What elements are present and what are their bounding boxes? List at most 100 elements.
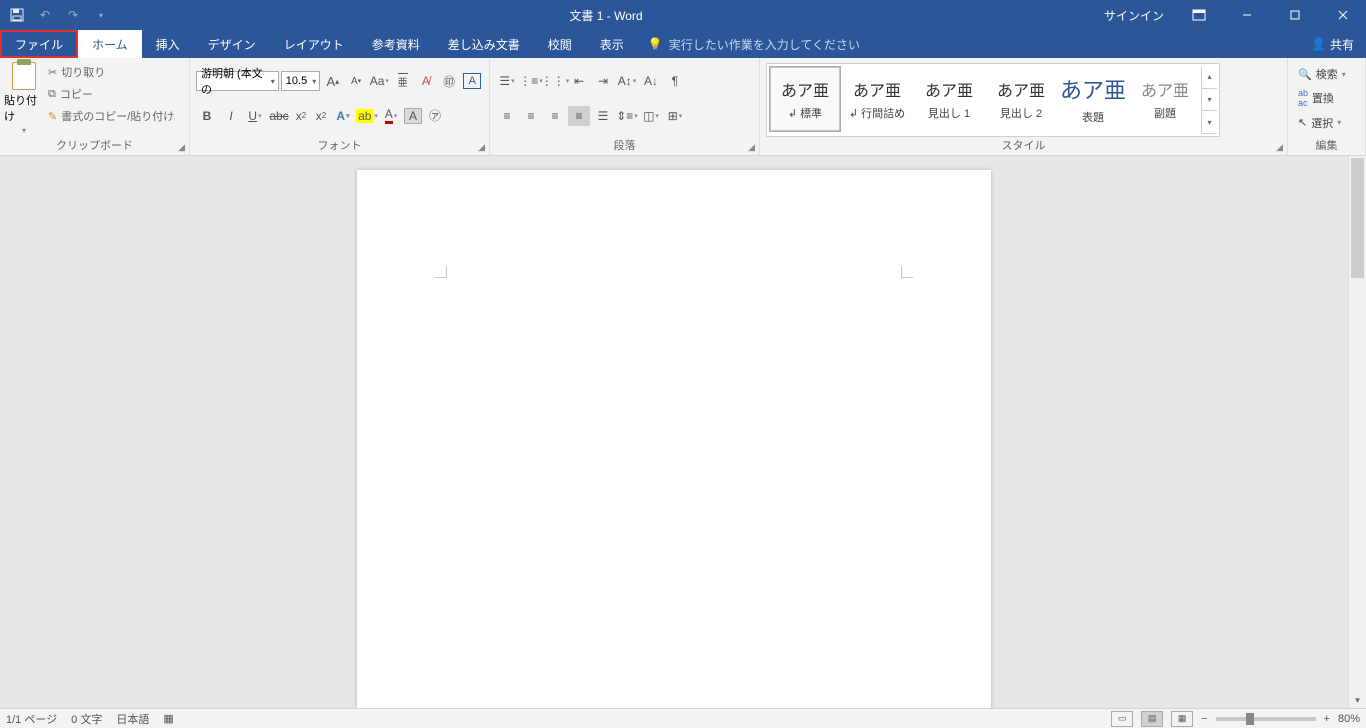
page[interactable] bbox=[357, 170, 991, 708]
paste-button[interactable]: 貼り付け ▾ bbox=[4, 60, 44, 137]
group-paragraph: ☰▾ ⋮≡▾ ⋮⋮▾ ⇤ ⇥ A↕▾ A↓ ¶ ≡ ≡ ≡ ≡ ☰ ⇕≡▾ ◫▾… bbox=[490, 58, 760, 155]
strike-icon[interactable]: abc bbox=[268, 106, 290, 126]
bold-icon[interactable]: B bbox=[196, 106, 218, 126]
find-button[interactable]: 🔍検索▾ bbox=[1294, 63, 1359, 85]
tab-review[interactable]: 校閲 bbox=[534, 30, 586, 58]
print-layout-icon[interactable]: ▤ bbox=[1141, 711, 1163, 727]
tab-layout[interactable]: レイアウト bbox=[270, 30, 358, 58]
text-effects-icon[interactable]: A▾ bbox=[332, 106, 354, 126]
font-name-combo[interactable]: 游明朝 (本文の bbox=[196, 71, 279, 91]
zoom-out-icon[interactable]: − bbox=[1201, 713, 1207, 725]
grow-font-icon[interactable]: A▴ bbox=[322, 71, 343, 91]
undo-icon[interactable]: ↶ bbox=[34, 4, 56, 26]
style-name: ↲ 標準 bbox=[788, 105, 822, 121]
style-heading2[interactable]: あア亜見出し 2 bbox=[985, 66, 1057, 132]
shrink-font-icon[interactable]: A▾ bbox=[345, 71, 366, 91]
font-dialog-icon[interactable]: ◢ bbox=[478, 142, 485, 153]
tab-design[interactable]: デザイン bbox=[194, 30, 270, 58]
justify-icon[interactable]: ≡ bbox=[568, 106, 590, 126]
read-mode-icon[interactable]: ▭ bbox=[1111, 711, 1133, 727]
style-subtitle[interactable]: あア亜副題 bbox=[1129, 66, 1201, 132]
zoom-in-icon[interactable]: + bbox=[1324, 713, 1330, 725]
zoom-level[interactable]: 80% bbox=[1338, 713, 1360, 725]
document-area[interactable]: ˄ ▾ bbox=[0, 156, 1366, 708]
bullets-icon[interactable]: ☰▾ bbox=[496, 71, 518, 91]
save-icon[interactable] bbox=[6, 4, 28, 26]
page-count[interactable]: 1/1 ページ bbox=[6, 711, 57, 727]
multilevel-icon[interactable]: ⋮⋮▾ bbox=[544, 71, 566, 91]
shading-icon[interactable]: ◫▾ bbox=[640, 106, 662, 126]
word-count[interactable]: 0 文字 bbox=[71, 711, 102, 727]
line-spacing-icon[interactable]: ⇕≡▾ bbox=[616, 106, 638, 126]
char-shading-icon[interactable]: A bbox=[404, 108, 422, 124]
web-layout-icon[interactable]: ▦ bbox=[1171, 711, 1193, 727]
font-color-icon[interactable]: A▾ bbox=[380, 106, 402, 126]
show-marks-icon[interactable]: ¶ bbox=[664, 71, 686, 91]
brush-icon: ✎ bbox=[48, 110, 57, 123]
sort-icon[interactable]: A↓ bbox=[640, 71, 662, 91]
copy-button[interactable]: ⧉コピー bbox=[48, 84, 174, 104]
tell-me[interactable]: 💡 実行したい作業を入力してください bbox=[648, 30, 860, 58]
style-name: 見出し 1 bbox=[928, 105, 970, 121]
align-left-icon[interactable]: ≡ bbox=[496, 106, 518, 126]
change-case-icon[interactable]: Aa▾ bbox=[369, 71, 390, 91]
numbering-icon[interactable]: ⋮≡▾ bbox=[520, 71, 542, 91]
macro-icon[interactable]: ▦ bbox=[163, 712, 173, 725]
tab-references[interactable]: 参考資料 bbox=[358, 30, 434, 58]
text-direction-icon[interactable]: A↕▾ bbox=[616, 71, 638, 91]
expand-icon: ▾ bbox=[1202, 111, 1217, 134]
language[interactable]: 日本語 bbox=[116, 711, 149, 727]
scroll-thumb[interactable] bbox=[1351, 158, 1364, 278]
select-button[interactable]: ↖選択▾ bbox=[1294, 112, 1359, 134]
paragraph-dialog-icon[interactable]: ◢ bbox=[748, 142, 755, 153]
clear-format-icon[interactable]: A̸ bbox=[415, 71, 436, 91]
phonetic-guide-icon[interactable]: 亜 bbox=[392, 71, 413, 91]
qat-more-icon[interactable]: ▾ bbox=[90, 4, 112, 26]
highlight-icon[interactable]: ab▾ bbox=[356, 106, 378, 126]
style-normal[interactable]: あア亜↲ 標準 bbox=[769, 66, 841, 132]
borders-icon[interactable]: ⊞▾ bbox=[664, 106, 686, 126]
zoom-handle[interactable] bbox=[1246, 713, 1254, 725]
align-right-icon[interactable]: ≡ bbox=[544, 106, 566, 126]
maximize-icon[interactable] bbox=[1272, 0, 1318, 30]
share-button[interactable]: 👤 共有 bbox=[1299, 30, 1366, 58]
increase-indent-icon[interactable]: ⇥ bbox=[592, 71, 614, 91]
minimize-icon[interactable] bbox=[1224, 0, 1270, 30]
cut-button[interactable]: ✂切り取り bbox=[48, 62, 174, 82]
tab-view[interactable]: 表示 bbox=[586, 30, 638, 58]
underline-icon[interactable]: U▾ bbox=[244, 106, 266, 126]
italic-icon[interactable]: I bbox=[220, 106, 242, 126]
close-icon[interactable] bbox=[1320, 0, 1366, 30]
signin-button[interactable]: サインイン bbox=[1094, 7, 1174, 24]
style-heading1[interactable]: あア亜見出し 1 bbox=[913, 66, 985, 132]
format-painter-button[interactable]: ✎書式のコピー/貼り付け bbox=[48, 106, 174, 126]
superscript-icon[interactable]: x2 bbox=[312, 106, 330, 126]
tab-mailings[interactable]: 差し込み文書 bbox=[434, 30, 534, 58]
enclose-text-icon[interactable]: ㋐ bbox=[424, 106, 446, 126]
vertical-scrollbar[interactable]: ▾ bbox=[1348, 156, 1366, 708]
tab-file[interactable]: ファイル bbox=[1, 31, 77, 57]
replace-button[interactable]: abac置換 bbox=[1294, 87, 1359, 109]
style-title[interactable]: あア亜表題 bbox=[1057, 66, 1129, 132]
group-clipboard: 貼り付け ▾ ✂切り取り ⧉コピー ✎書式のコピー/貼り付け クリップボード◢ bbox=[0, 58, 190, 155]
font-size-combo[interactable]: 10.5 bbox=[281, 71, 320, 91]
tab-home[interactable]: ホーム bbox=[78, 30, 142, 58]
decrease-indent-icon[interactable]: ⇤ bbox=[568, 71, 590, 91]
styles-dialog-icon[interactable]: ◢ bbox=[1276, 142, 1283, 153]
ribbon-options-icon[interactable] bbox=[1176, 0, 1222, 30]
subscript-icon[interactable]: x2 bbox=[292, 106, 310, 126]
align-center-icon[interactable]: ≡ bbox=[520, 106, 542, 126]
scroll-down-icon[interactable]: ▾ bbox=[1349, 692, 1366, 708]
replace-icon: abac bbox=[1298, 88, 1308, 108]
style-nospacing[interactable]: あア亜↲ 行間詰め bbox=[841, 66, 913, 132]
window-title: 文書 1 - Word bbox=[118, 7, 1094, 24]
clipboard-dialog-icon[interactable]: ◢ bbox=[178, 142, 185, 153]
char-border-icon[interactable]: A bbox=[462, 71, 483, 91]
enclose-char-icon[interactable]: ㊞ bbox=[438, 71, 459, 91]
copy-icon: ⧉ bbox=[48, 88, 56, 101]
style-gallery-more[interactable]: ▴▾▾ bbox=[1201, 66, 1217, 134]
tab-insert[interactable]: 挿入 bbox=[142, 30, 194, 58]
redo-icon[interactable]: ↷ bbox=[62, 4, 84, 26]
zoom-slider[interactable] bbox=[1216, 717, 1316, 721]
distributed-icon[interactable]: ☰ bbox=[592, 106, 614, 126]
